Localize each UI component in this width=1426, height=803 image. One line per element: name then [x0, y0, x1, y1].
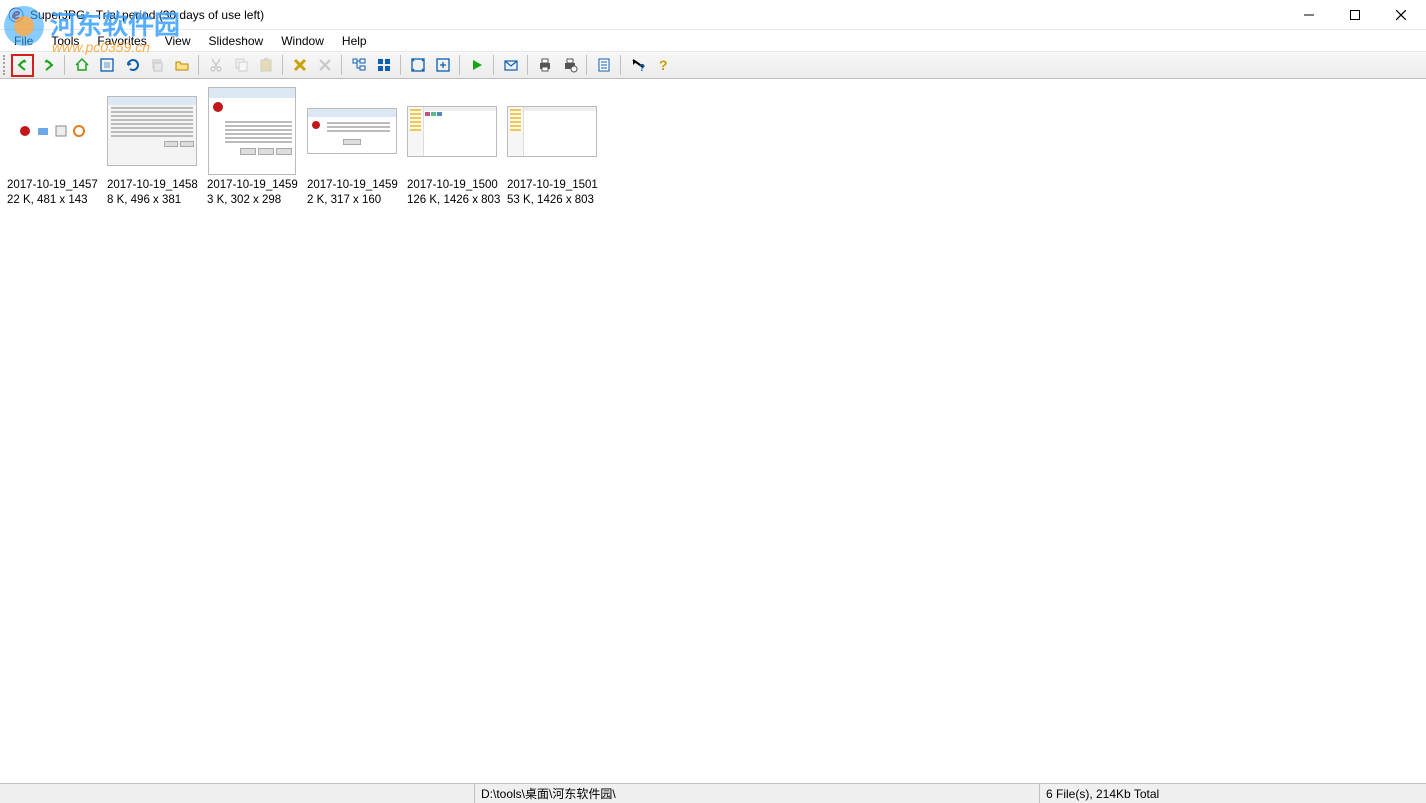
thumbnail-filename: 2017-10-19_1457	[6, 178, 102, 192]
menu-bar: FileToolsFavoritesViewSlideshowWindowHel…	[0, 30, 1426, 52]
thumbnails-icon[interactable]	[372, 54, 395, 77]
toolbar-separator	[282, 55, 283, 75]
status-path: D:\tools\桌面\河东软件园\	[475, 784, 1040, 803]
help-icon[interactable]: ?	[651, 54, 674, 77]
thumbnail-image	[206, 85, 298, 177]
thumbnail-filename: 2017-10-19_1501	[506, 178, 602, 192]
svg-text:?: ?	[639, 63, 645, 73]
thumbnail-item[interactable]: 2017-10-19_145722 K, 481 x 143	[6, 85, 102, 207]
folder-open-icon[interactable]	[170, 54, 193, 77]
copy-icon	[229, 54, 252, 77]
app-icon	[8, 7, 24, 23]
thumbnail-filename: 2017-10-19_1459	[306, 178, 402, 192]
status-bar: D:\tools\桌面\河东软件园\ 6 File(s), 214Kb Tota…	[0, 783, 1426, 803]
window-title: SuperJPG - Trial period (30 days of use …	[30, 8, 264, 22]
delete-x-icon	[313, 54, 336, 77]
toolbar-separator	[620, 55, 621, 75]
thumbnail-item[interactable]: 2017-10-19_14588 K, 496 x 381	[106, 85, 202, 207]
toolbar-separator	[527, 55, 528, 75]
toolbar-grip[interactable]	[3, 55, 8, 75]
toolbar-separator	[198, 55, 199, 75]
menu-help[interactable]: Help	[334, 32, 375, 50]
menu-window[interactable]: Window	[273, 32, 332, 50]
toolbar-separator	[459, 55, 460, 75]
thumbnail-item[interactable]: 2017-10-19_150153 K, 1426 x 803	[506, 85, 602, 207]
toolbar: ??	[0, 52, 1426, 79]
toolbar-separator	[400, 55, 401, 75]
svg-text:?: ?	[659, 57, 668, 73]
select-tree-icon[interactable]	[347, 54, 370, 77]
menu-favorites[interactable]: Favorites	[89, 32, 154, 50]
refresh-icon[interactable]	[95, 54, 118, 77]
thumbnail-info: 8 K, 496 x 381	[106, 193, 202, 207]
thumbnail-image	[106, 85, 198, 177]
toolbar-separator	[341, 55, 342, 75]
thumbnail-info: 22 K, 481 x 143	[6, 193, 102, 207]
print-icon[interactable]	[533, 54, 556, 77]
menu-view[interactable]: View	[157, 32, 199, 50]
thumbnail-pane[interactable]: 2017-10-19_145722 K, 481 x 143 2017-10-1…	[0, 79, 1426, 783]
thumbnail-info: 53 K, 1426 x 803	[506, 193, 602, 207]
status-file-count: 6 File(s), 214Kb Total	[1040, 784, 1426, 803]
paste-icon	[254, 54, 277, 77]
thumbnail-filename: 2017-10-19_1459	[206, 178, 302, 192]
menu-file[interactable]: File	[6, 32, 41, 50]
thumbnail-image	[6, 85, 98, 177]
maximize-button[interactable]	[1332, 0, 1378, 30]
menu-tools[interactable]: Tools	[43, 32, 87, 50]
thumbnail-image	[506, 85, 598, 177]
thumbnail-filename: 2017-10-19_1500	[406, 178, 502, 192]
thumbnail-info: 3 K, 302 x 298	[206, 193, 302, 207]
fullscreen-icon[interactable]	[406, 54, 429, 77]
toolbar-separator	[586, 55, 587, 75]
toolbar-separator	[64, 55, 65, 75]
title-bar: SuperJPG - Trial period (30 days of use …	[0, 0, 1426, 30]
cancel-x-icon[interactable]	[288, 54, 311, 77]
toolbar-separator	[493, 55, 494, 75]
thumbnail-image	[406, 85, 498, 177]
thumbnail-info: 2 K, 317 x 160	[306, 193, 402, 207]
minimize-button[interactable]	[1286, 0, 1332, 30]
cut-icon	[204, 54, 227, 77]
thumbnail-item[interactable]: 2017-10-19_14592 K, 317 x 160	[306, 85, 402, 207]
status-empty	[0, 784, 475, 803]
copy-disk-icon	[145, 54, 168, 77]
home-icon[interactable]	[70, 54, 93, 77]
back-icon[interactable]	[11, 54, 34, 77]
email-icon[interactable]	[499, 54, 522, 77]
fit-icon[interactable]	[431, 54, 454, 77]
thumbnail-info: 126 K, 1426 x 803	[406, 193, 502, 207]
thumbnail-item[interactable]: 2017-10-19_14593 K, 302 x 298	[206, 85, 302, 207]
properties-icon[interactable]	[592, 54, 615, 77]
play-slideshow-icon[interactable]	[465, 54, 488, 77]
menu-slideshow[interactable]: Slideshow	[201, 32, 272, 50]
thumbnail-item[interactable]: 2017-10-19_1500126 K, 1426 x 803	[406, 85, 502, 207]
print-preview-icon[interactable]	[558, 54, 581, 77]
whatsthis-icon[interactable]: ?	[626, 54, 649, 77]
close-button[interactable]	[1378, 0, 1424, 30]
forward-icon[interactable]	[36, 54, 59, 77]
undo-icon[interactable]	[120, 54, 143, 77]
thumbnail-filename: 2017-10-19_1458	[106, 178, 202, 192]
thumbnail-image	[306, 85, 398, 177]
